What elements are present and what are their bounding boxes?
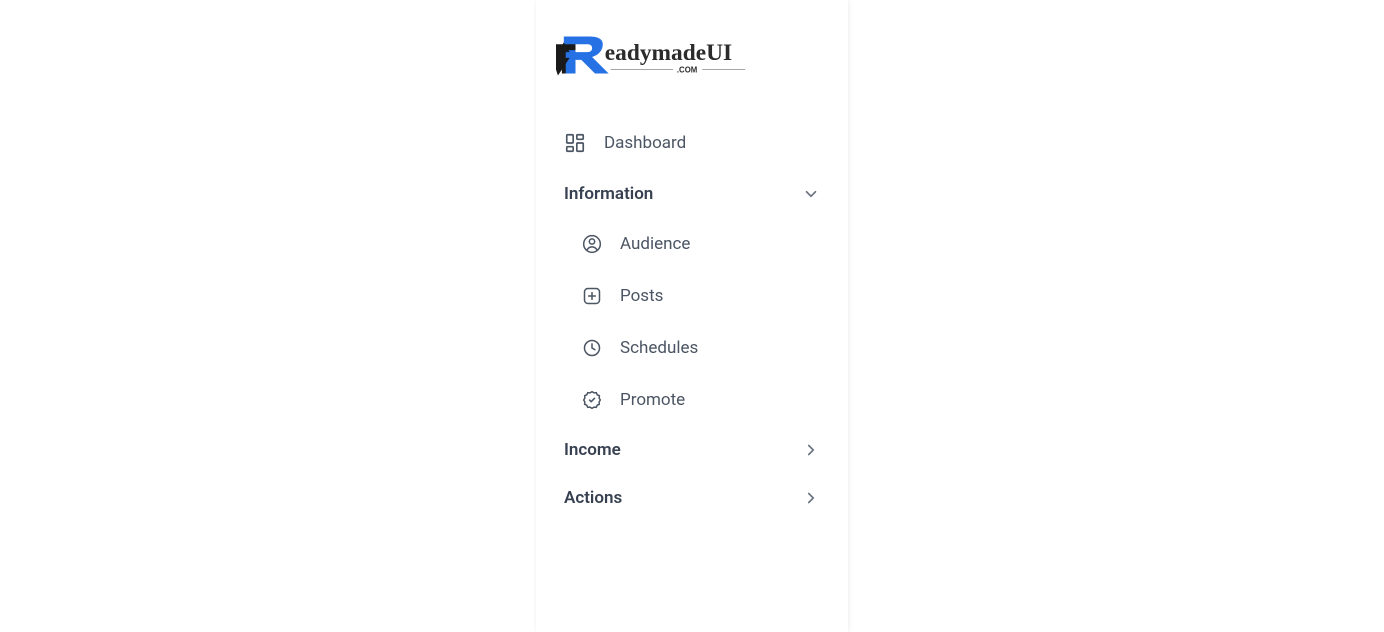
sidebar: eadymadeUI .COM Dashboard Information xyxy=(536,0,848,632)
sidebar-item-dashboard[interactable]: Dashboard xyxy=(536,116,848,170)
chevron-down-icon xyxy=(802,185,820,203)
section-title: Actions xyxy=(564,488,622,508)
section-header-information[interactable]: Information xyxy=(536,170,848,218)
dashboard-icon xyxy=(564,132,586,154)
section-header-actions[interactable]: Actions xyxy=(536,474,848,522)
sidebar-item-label: Promote xyxy=(620,390,685,410)
sidebar-item-label: Posts xyxy=(620,286,663,306)
section-title: Information xyxy=(564,184,653,204)
sidebar-item-label: Schedules xyxy=(620,338,698,358)
sidebar-item-audience[interactable]: Audience xyxy=(554,218,848,270)
chevron-right-icon xyxy=(802,441,820,459)
clock-icon xyxy=(582,338,602,358)
plus-square-icon xyxy=(582,286,602,306)
section-header-income[interactable]: Income xyxy=(536,426,848,474)
chevron-right-icon xyxy=(802,489,820,507)
sidebar-item-label: Dashboard xyxy=(604,133,686,153)
sidebar-item-schedules[interactable]: Schedules xyxy=(554,322,848,374)
logo-text: eadymadeUI xyxy=(605,40,732,66)
sidebar-item-posts[interactable]: Posts xyxy=(554,270,848,322)
user-icon xyxy=(582,234,602,254)
logo-subtext: .COM xyxy=(677,66,697,75)
sidebar-item-promote[interactable]: Promote xyxy=(554,374,848,426)
section-title: Income xyxy=(564,440,621,460)
sidebar-item-label: Audience xyxy=(620,234,690,254)
section-information-items: Audience Posts Schedules xyxy=(536,218,848,426)
badge-icon xyxy=(582,390,602,410)
logo[interactable]: eadymadeUI .COM xyxy=(536,20,848,108)
